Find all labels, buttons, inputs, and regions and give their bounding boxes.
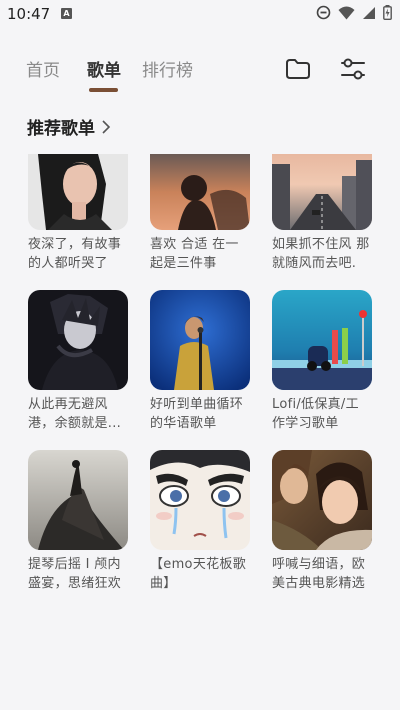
section-title: 推荐歌单	[27, 119, 95, 139]
playlist-card[interactable]: 如果抓不住风 那就随风而去吧.	[272, 154, 372, 273]
playlist-card[interactable]: 从此再无避风港，余额就是...	[28, 290, 128, 433]
chevron-right-icon	[102, 119, 111, 134]
tab-playlists[interactable]: 歌单	[87, 56, 121, 81]
playlist-cover	[28, 290, 128, 390]
playlist-title: 喜欢 合适 在一起是三件事	[150, 237, 239, 271]
wifi-icon	[338, 6, 355, 19]
filter-button[interactable]	[339, 56, 367, 82]
playlist-cover	[28, 154, 128, 230]
playlist-cover	[272, 450, 372, 550]
dnd-icon	[316, 5, 331, 20]
folder-button[interactable]	[284, 57, 312, 81]
status-time: 10:47	[7, 5, 51, 23]
playlist-card[interactable]: Lofi/低保真/工作学习歌单	[272, 290, 372, 433]
playlist-title: 【emo天花板歌曲】	[150, 557, 247, 591]
signal-icon	[363, 6, 375, 19]
playlist-cover	[272, 290, 372, 390]
playlist-cover	[272, 154, 372, 230]
status-bar: 10:47 A	[0, 0, 400, 28]
playlist-title: 提琴后摇 I 颅内盛宴，思绪狂欢	[28, 557, 122, 591]
playlist-title: 呼喊与细语，欧美古典电影精选	[272, 557, 366, 591]
tab-charts[interactable]: 排行榜	[142, 56, 193, 81]
playlist-card[interactable]: 提琴后摇 I 颅内盛宴，思绪狂欢	[28, 450, 128, 593]
recommended-playlists-header[interactable]: 推荐歌单	[27, 114, 111, 139]
playlist-card[interactable]: 夜深了，有故事的人都听哭了	[28, 154, 128, 273]
playlist-title: 好听到单曲循环的华语歌单	[150, 397, 244, 431]
playlist-title: 从此再无避风港，余额就是...	[28, 397, 122, 431]
battery-charging-icon	[383, 5, 392, 20]
playlist-cover	[28, 450, 128, 550]
playlist-card[interactable]: 呼喊与细语，欧美古典电影精选	[272, 450, 372, 593]
playlist-title: 如果抓不住风 那就随风而去吧.	[272, 237, 370, 271]
playlist-card[interactable]: 好听到单曲循环的华语歌单	[150, 290, 250, 433]
sliders-icon	[341, 58, 365, 80]
playlist-title: 夜深了，有故事的人都听哭了	[28, 237, 122, 271]
notification-a-icon: A	[61, 8, 72, 19]
folder-icon	[286, 59, 310, 79]
playlist-cover	[150, 450, 250, 550]
playlist-cover	[150, 290, 250, 390]
playlist-cover	[150, 154, 250, 230]
playlist-card[interactable]: 喜欢 合适 在一起是三件事	[150, 154, 250, 273]
tab-home[interactable]: 首页	[26, 56, 60, 81]
playlist-title: Lofi/低保真/工作学习歌单	[272, 397, 359, 431]
active-tab-indicator	[89, 88, 118, 92]
playlist-card[interactable]: 【emo天花板歌曲】	[150, 450, 250, 593]
